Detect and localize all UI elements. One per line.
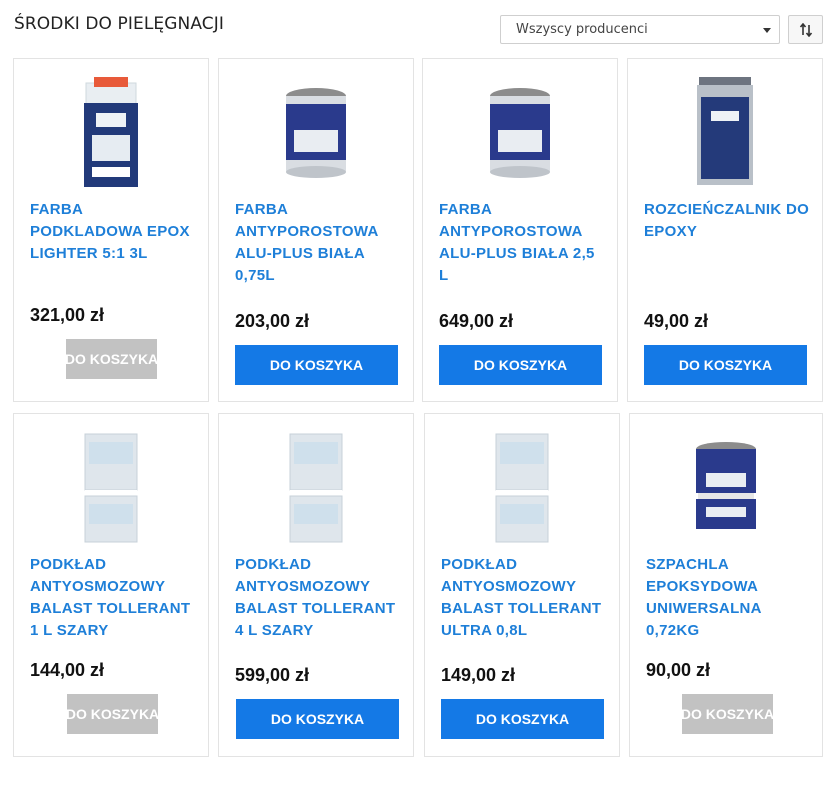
- product-card: PODKŁAD ANTYOSMOZOWY BALAST TOLLERANT UL…: [424, 413, 620, 757]
- paint-can-product-image[interactable]: [219, 69, 413, 194]
- product-price: 649,00 zł: [439, 311, 514, 331]
- producer-filter-select[interactable]: Wszyscy producenci: [500, 15, 780, 44]
- producer-filter-value: Wszyscy producenci: [516, 22, 648, 37]
- product-name-link[interactable]: PODKŁAD ANTYOSMOZOWY BALAST TOLLERANT UL…: [441, 554, 609, 642]
- add-to-cart-button[interactable]: DO KOSZYKA: [644, 345, 807, 385]
- product-name-link[interactable]: PODKŁAD ANTYOSMOZOWY BALAST TOLLERANT 1 …: [30, 554, 198, 642]
- product-name-link[interactable]: ROZCIEŃCZALNIK DO EPOXY: [644, 199, 812, 243]
- paint-can-product-image[interactable]: [423, 69, 617, 194]
- product-price: 144,00 zł: [30, 660, 105, 680]
- filler-kit-product-image[interactable]: [630, 424, 822, 549]
- product-price: 321,00 zł: [30, 305, 105, 325]
- product-card: ROZCIEŃCZALNIK DO EPOXY 49,00 zł DO KOSZ…: [627, 58, 823, 402]
- sort-button[interactable]: [788, 15, 823, 44]
- product-name-link[interactable]: SZPACHLA EPOKSYDOWA UNIWERSALNA 0,72KG: [646, 554, 812, 642]
- epoxy-kit-product-image[interactable]: [14, 69, 208, 194]
- thinner-can-product-image[interactable]: [628, 69, 822, 194]
- add-to-cart-button[interactable]: DO KOSZYKA: [682, 694, 773, 734]
- product-card: PODKŁAD ANTYOSMOZOWY BALAST TOLLERANT 4 …: [218, 413, 414, 757]
- product-price: 149,00 zł: [441, 665, 516, 685]
- product-price: 90,00 zł: [646, 660, 711, 680]
- product-name-link[interactable]: FARBA ANTYPOROSTOWA ALU-PLUS BIAŁA 0,75L: [235, 199, 403, 287]
- primer-kit-product-image[interactable]: [14, 424, 208, 549]
- add-to-cart-button[interactable]: DO KOSZYKA: [236, 699, 399, 739]
- primer-kit-product-image[interactable]: [219, 424, 413, 549]
- primer-kit-product-image[interactable]: [425, 424, 619, 549]
- page-title: ŚRODKI DO PIELĘGNACJI: [14, 14, 224, 34]
- product-card: SZPACHLA EPOKSYDOWA UNIWERSALNA 0,72KG 9…: [629, 413, 823, 757]
- product-price: 203,00 zł: [235, 311, 310, 331]
- product-card: PODKŁAD ANTYOSMOZOWY BALAST TOLLERANT 1 …: [13, 413, 209, 757]
- add-to-cart-button[interactable]: DO KOSZYKA: [67, 694, 158, 734]
- sort-arrows-icon: [799, 22, 812, 37]
- product-price: 599,00 zł: [235, 665, 310, 685]
- product-name-link[interactable]: FARBA PODKLADOWA EPOX LIGHTER 5:1 3L: [30, 199, 198, 265]
- product-name-link[interactable]: PODKŁAD ANTYOSMOZOWY BALAST TOLLERANT 4 …: [235, 554, 403, 642]
- add-to-cart-button[interactable]: DO KOSZYKA: [235, 345, 398, 385]
- product-card: FARBA PODKLADOWA EPOX LIGHTER 5:1 3L 321…: [13, 58, 209, 402]
- add-to-cart-button[interactable]: DO KOSZYKA: [439, 345, 602, 385]
- add-to-cart-button[interactable]: DO KOSZYKA: [441, 699, 604, 739]
- product-card: FARBA ANTYPOROSTOWA ALU-PLUS BIAŁA 2,5 L…: [422, 58, 618, 402]
- product-name-link[interactable]: FARBA ANTYPOROSTOWA ALU-PLUS BIAŁA 2,5 L: [439, 199, 607, 287]
- add-to-cart-button[interactable]: DO KOSZYKA: [66, 339, 157, 379]
- product-price: 49,00 zł: [644, 311, 709, 331]
- chevron-down-icon: [763, 28, 771, 33]
- product-card: FARBA ANTYPOROSTOWA ALU-PLUS BIAŁA 0,75L…: [218, 58, 414, 402]
